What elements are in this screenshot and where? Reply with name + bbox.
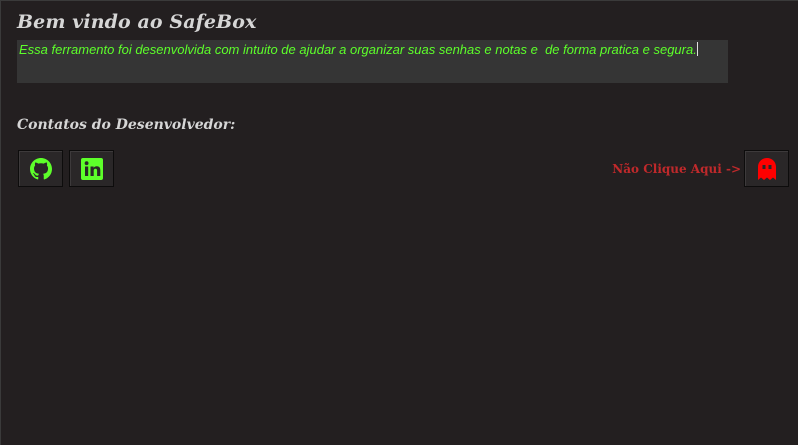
warning-label: Não Clique Aqui -> <box>612 162 741 176</box>
text-caret <box>696 42 698 56</box>
github-icon <box>29 157 52 180</box>
contacts-heading: Contatos do Desenvolvedor: <box>17 117 236 133</box>
ghost-icon <box>756 157 778 181</box>
app-window: Bem vindo ao SafeBox Essa ferramento foi… <box>0 0 798 445</box>
description-text: Essa ferramento foi desenvolvida com int… <box>19 42 697 57</box>
ghost-button[interactable] <box>744 150 789 187</box>
linkedin-button[interactable] <box>69 150 114 187</box>
github-button[interactable] <box>18 150 63 187</box>
description-textarea[interactable]: Essa ferramento foi desenvolvida com int… <box>17 40 728 83</box>
page-title: Bem vindo ao SafeBox <box>17 11 257 33</box>
linkedin-icon <box>80 157 103 180</box>
